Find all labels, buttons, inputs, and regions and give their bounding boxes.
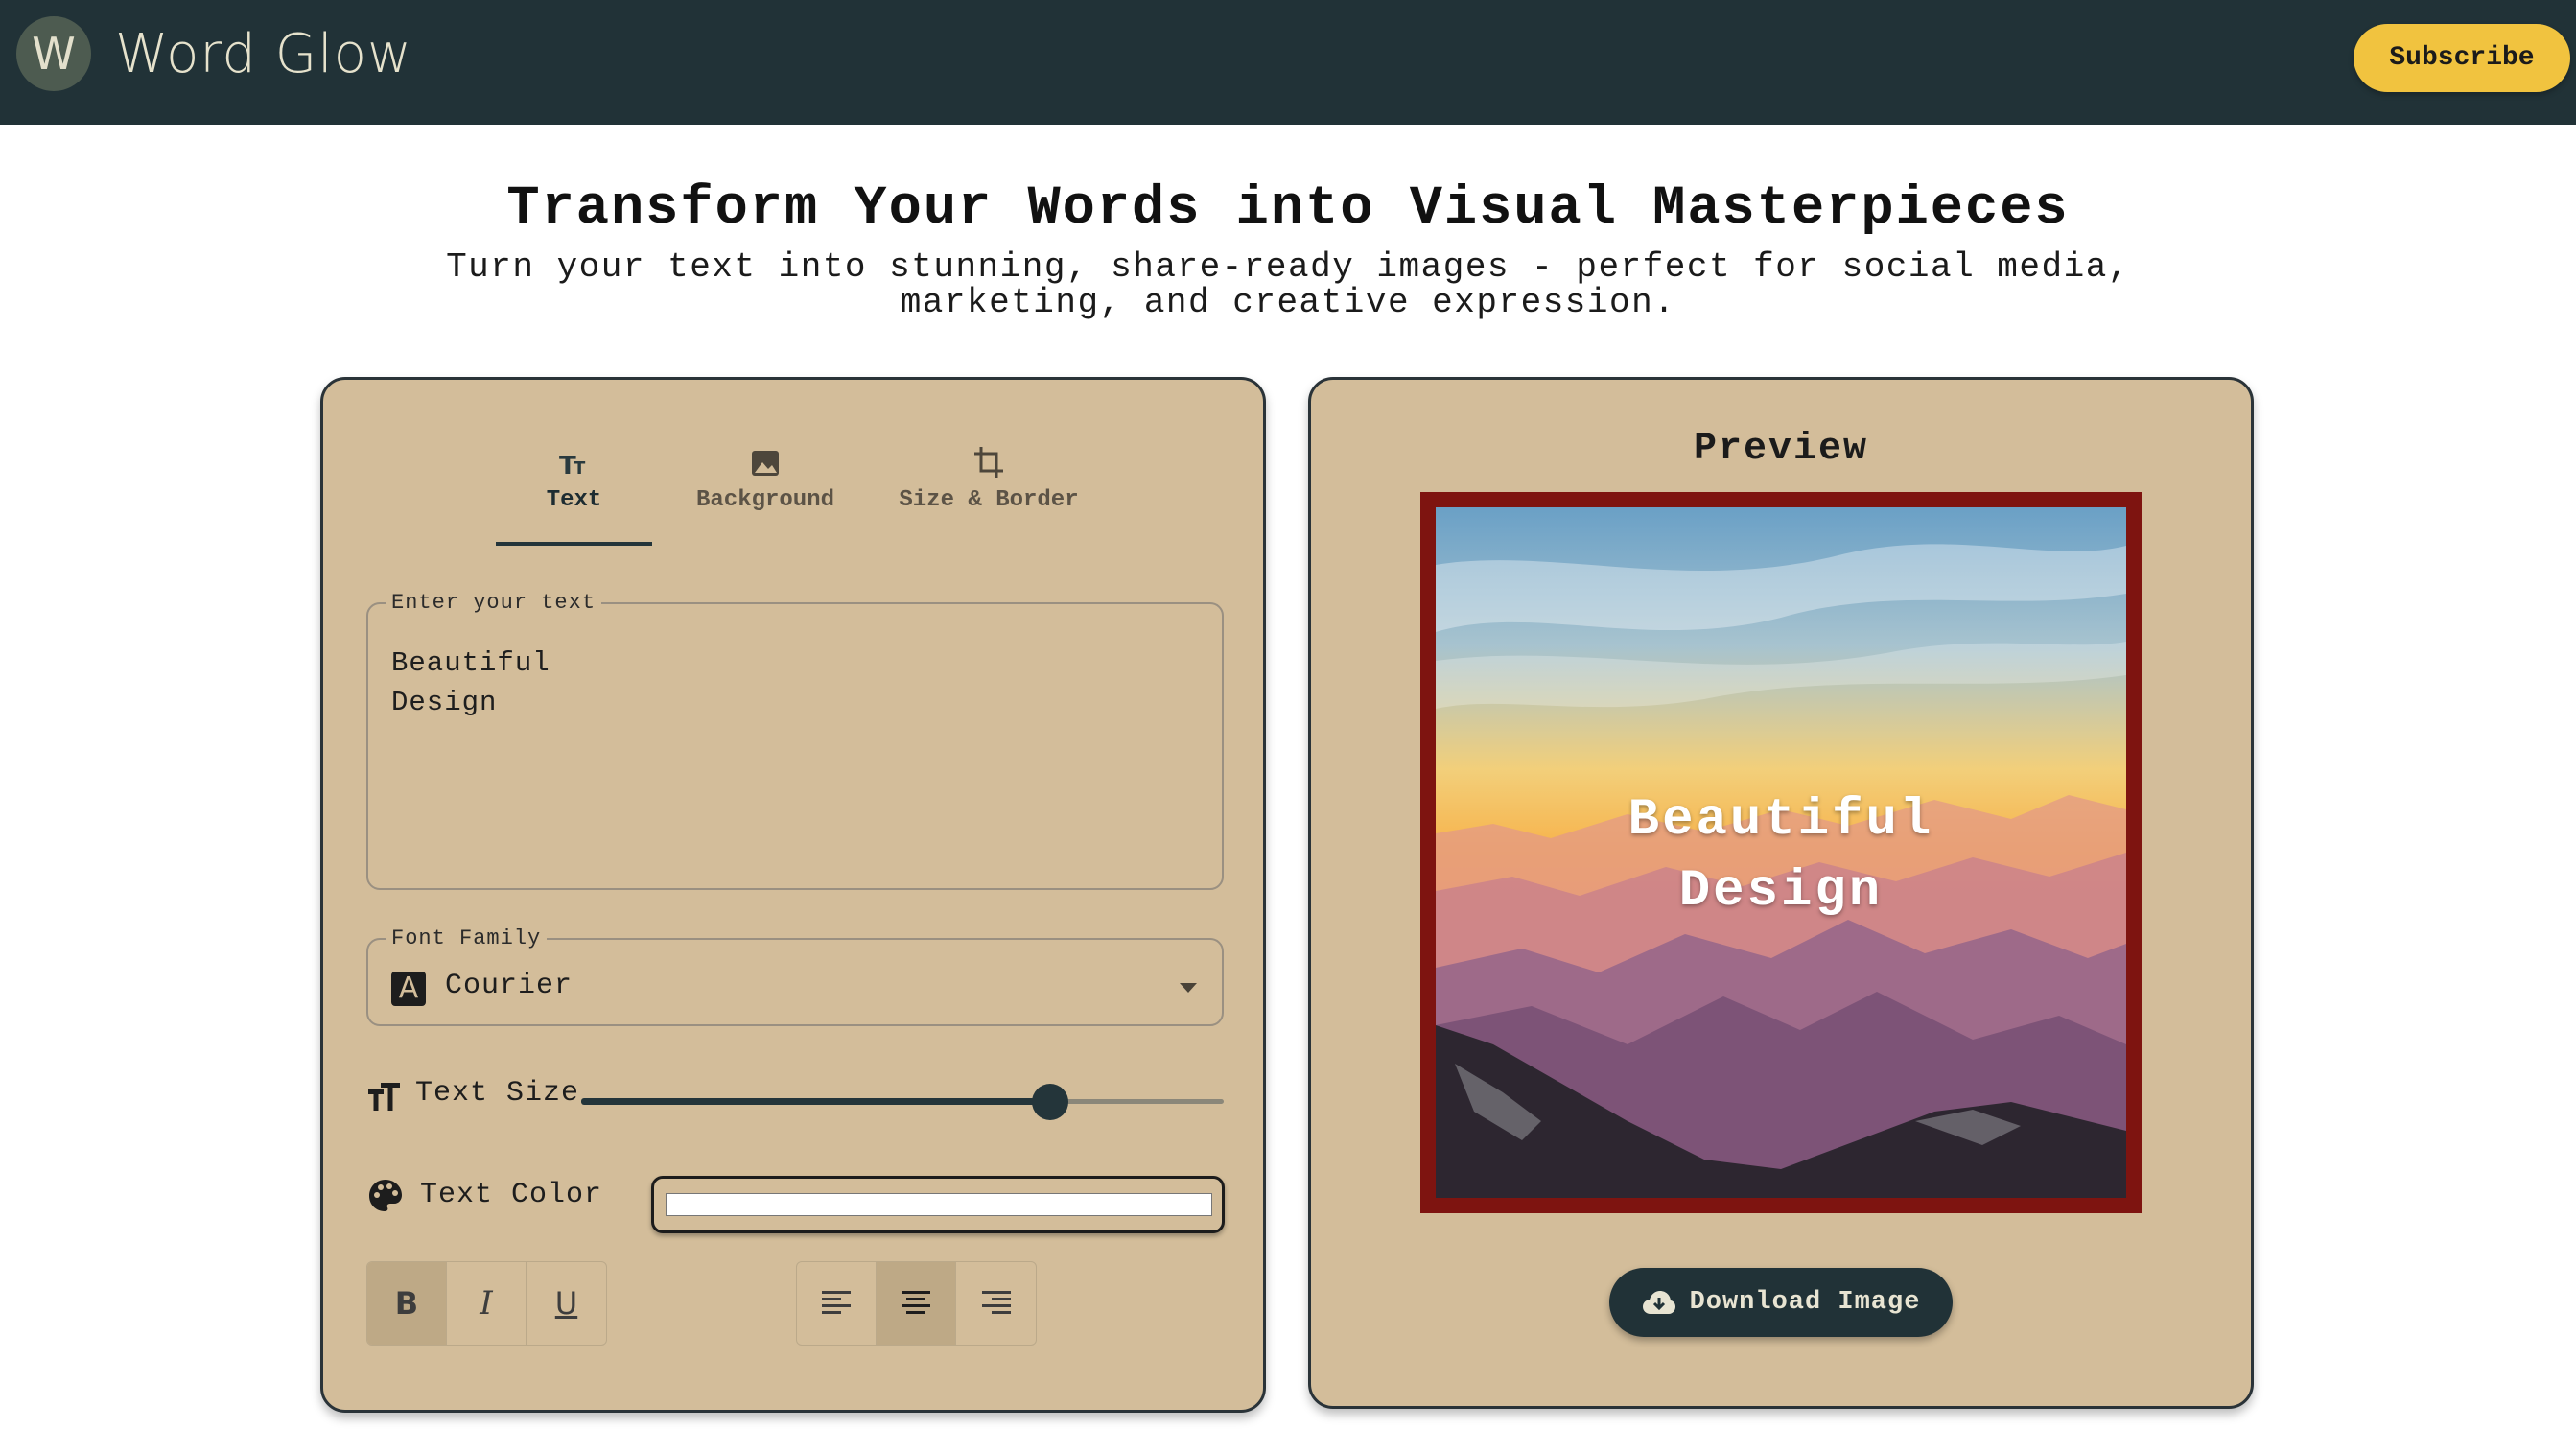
top-app-bar: W Word Glow Subscribe: [0, 0, 2576, 125]
font-family-value: Courier: [445, 970, 574, 1002]
preview-title: Preview: [1693, 428, 1869, 471]
text-size-slider[interactable]: [581, 1084, 1224, 1120]
tab-text[interactable]: TT Text: [496, 439, 652, 545]
bold-icon: B: [394, 1285, 419, 1322]
tab-label: Background: [695, 487, 835, 513]
align-right-icon: [981, 1291, 1011, 1314]
cloud-download-icon: [1642, 1291, 1675, 1314]
align-center-button[interactable]: [877, 1262, 956, 1345]
text-input-field: Enter your text: [366, 591, 1224, 890]
text-input-label: Enter your text: [391, 591, 597, 615]
page-title: Transform Your Words into Visual Masterp…: [506, 178, 2070, 240]
crop-icon: [878, 443, 1100, 487]
align-center-icon: [902, 1291, 930, 1314]
font-family-select[interactable]: Font Family A Courier: [366, 926, 1224, 1026]
bold-button[interactable]: B: [367, 1262, 447, 1345]
chevron-down-icon[interactable]: [1180, 983, 1197, 993]
tab-background[interactable]: Background: [670, 439, 860, 545]
italic-button[interactable]: I: [447, 1262, 527, 1345]
slider-fill: [581, 1098, 1051, 1105]
download-image-button[interactable]: Download Image: [1609, 1268, 1953, 1337]
preview-text: Beautiful Design: [1628, 791, 1934, 921]
text-align-group: [796, 1261, 1037, 1346]
editor-tabs: TT Text Background Size & Border: [323, 439, 1263, 545]
text-input[interactable]: [391, 644, 1178, 874]
underline-icon: U: [554, 1285, 578, 1322]
palette-icon: [367, 1178, 404, 1219]
text-size-label: Text Size: [415, 1077, 580, 1110]
download-label: Download Image: [1689, 1288, 1921, 1317]
slider-thumb[interactable]: [1032, 1084, 1069, 1120]
page-subtitle: Turn your text into stunning, share-read…: [446, 247, 2130, 322]
tab-size-border[interactable]: Size & Border: [878, 439, 1100, 545]
text-fields-icon: TT: [496, 443, 652, 487]
align-left-button[interactable]: [797, 1262, 877, 1345]
font-family-label: Font Family: [391, 926, 542, 950]
font-letter-icon: A: [391, 972, 426, 1006]
logo-avatar[interactable]: W: [16, 16, 91, 91]
align-right-button[interactable]: [956, 1262, 1036, 1345]
italic-icon: I: [480, 1284, 493, 1323]
active-tab-indicator: [496, 542, 652, 546]
color-swatch: [666, 1193, 1212, 1216]
preview-background-image: Beautiful Design: [1436, 507, 2126, 1198]
editor-panel: TT Text Background Size & Border Enter y…: [320, 377, 1266, 1413]
align-left-icon: [822, 1291, 851, 1314]
text-color-picker[interactable]: [651, 1176, 1225, 1233]
image-icon: [670, 443, 860, 487]
text-style-group: B I U: [366, 1261, 607, 1346]
preview-border-frame: Beautiful Design: [1420, 492, 2142, 1213]
text-color-label: Text Color: [420, 1179, 603, 1211]
preview-panel: Preview Beautiful Design Download Image: [1308, 377, 2254, 1409]
underline-button[interactable]: U: [527, 1262, 606, 1345]
subscribe-button[interactable]: Subscribe: [2354, 24, 2570, 92]
brand-name[interactable]: Word Glow: [115, 23, 412, 85]
text-size-icon: [367, 1080, 402, 1119]
tab-label: Size & Border: [899, 487, 1079, 513]
tab-label: Text: [546, 487, 602, 513]
svg-text:T: T: [574, 458, 586, 479]
